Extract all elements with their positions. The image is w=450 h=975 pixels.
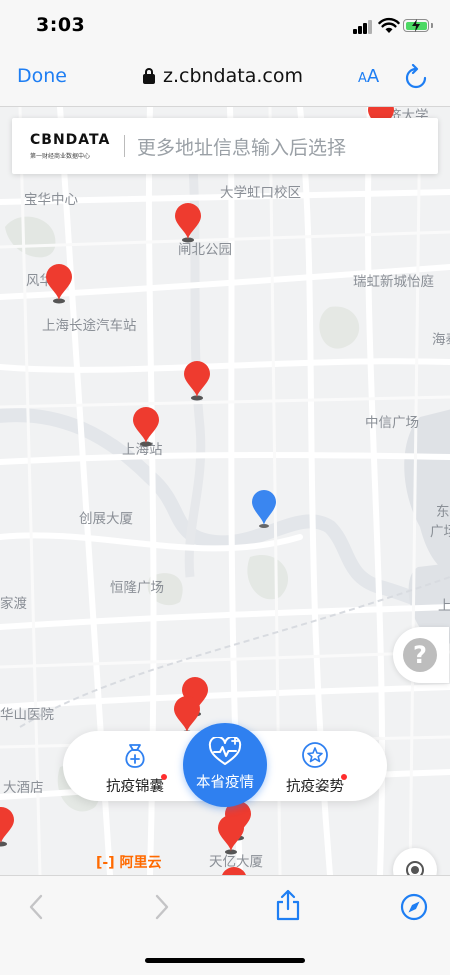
map-label: 家渡: [0, 596, 27, 612]
map-marker-red[interactable]: [174, 203, 202, 243]
map-marker-red[interactable]: [45, 264, 73, 304]
lock-icon: [143, 68, 155, 84]
aliyun-logo: [-] 阿里云: [96, 855, 162, 871]
help-icon: ?: [403, 638, 437, 672]
map-label: 广场: [430, 524, 450, 540]
url-text[interactable]: z.cbndata.com: [163, 65, 303, 87]
address-search-box[interactable]: CBNDATA 第一财经商业数据中心 更多地址信息输入后选择: [12, 118, 438, 174]
map-label: 上海长途汽车站: [42, 318, 137, 334]
nav-item-label: 本省疫情: [196, 775, 254, 791]
wifi-icon: [378, 17, 400, 33]
map-marker-red[interactable]: [217, 815, 245, 855]
cbndata-logo: CBNDATA: [30, 132, 111, 148]
divider: [124, 135, 125, 157]
compass-icon[interactable]: [400, 893, 428, 921]
notification-dot: [161, 774, 167, 780]
status-time: 3:03: [36, 14, 86, 36]
map-marker-red[interactable]: [220, 867, 248, 875]
help-button[interactable]: ?: [393, 627, 449, 683]
map-label: 大学虹口校区: [220, 185, 301, 201]
browser-top-bar: Done z.cbndata.com AA: [0, 52, 450, 107]
bag-icon: [125, 744, 145, 768]
aliyun-bracket-icon: [-]: [96, 855, 115, 871]
map-label: 海泰: [432, 332, 450, 348]
map-marker-red[interactable]: [183, 361, 211, 401]
done-button[interactable]: Done: [17, 65, 67, 87]
map-label: 宝华中心: [24, 192, 78, 208]
battery-charging-icon: [403, 19, 433, 32]
map-label: 上: [438, 598, 450, 614]
map-marker-red[interactable]: [0, 807, 15, 847]
forward-icon[interactable]: [152, 892, 172, 922]
cellular-signal-icon: [353, 20, 373, 34]
reload-icon[interactable]: [404, 64, 428, 90]
share-icon[interactable]: [274, 888, 302, 922]
search-input[interactable]: 更多地址信息输入后选择: [137, 133, 346, 160]
status-bar: 3:03: [0, 0, 450, 52]
nav-item-tips[interactable]: 抗疫锦囊: [95, 741, 175, 796]
map-label: 瑞虹新城怡庭: [353, 274, 434, 290]
map-marker-red[interactable]: [173, 696, 201, 736]
notification-dot: [341, 774, 347, 780]
map-label: 大酒店: [3, 780, 44, 796]
cbndata-logo-subtext: 第一财经商业数据中心: [30, 153, 91, 160]
nav-item-province-epidemic[interactable]: 本省疫情: [183, 723, 267, 807]
map-label: 创展大厦: [79, 511, 133, 527]
map-label: 恒隆广场: [110, 580, 164, 596]
map-label: 东: [436, 504, 450, 520]
back-icon[interactable]: [26, 892, 46, 922]
map-label: 中信广场: [365, 415, 419, 431]
star-badge-icon: [302, 742, 328, 768]
home-indicator: [145, 958, 305, 963]
nav-item-posture[interactable]: 抗疫姿势: [275, 741, 355, 796]
map-label: 华山医院: [0, 707, 54, 723]
heart-pulse-icon: [208, 737, 242, 765]
text-size-button[interactable]: AA: [358, 66, 379, 87]
map-marker-red[interactable]: [132, 407, 160, 447]
current-location-marker: [252, 490, 276, 528]
